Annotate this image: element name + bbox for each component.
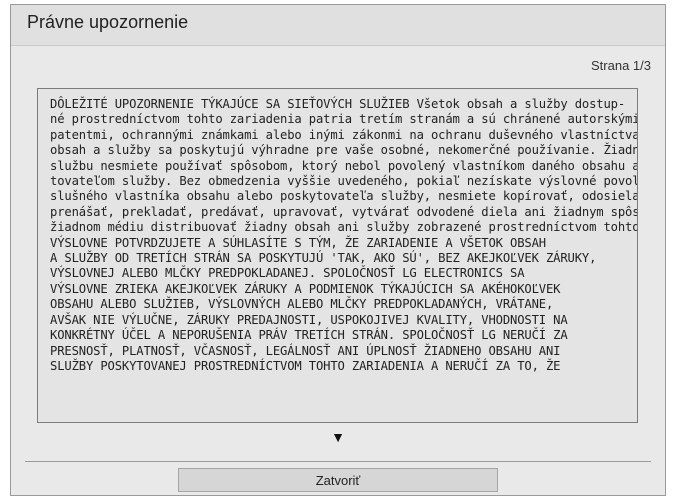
- legal-text-line: tovateľom služby. Bez obmedzenia vyššie …: [50, 174, 637, 189]
- legal-text-line: žiadnom médiu distribuovať žiadny obsah …: [50, 220, 638, 235]
- legal-text-line: KONKRÉTNY ÚČEL A NEPORUŠENIA PRÁV TRETÍC…: [50, 328, 568, 343]
- dialog-title: Právne upozornenie: [27, 12, 189, 32]
- legal-text-line: VÝSLOVNE POTVRDZUJETE A SÚHLASÍTE S TÝM,…: [50, 235, 546, 250]
- legal-text-line: obsah a služby sa poskytujú výhradne pre…: [50, 143, 637, 158]
- legal-text-line: A SLUŽBY OD TRETÍCH STRÁN SA POSKYTUJÚ '…: [50, 251, 597, 266]
- legal-text-body: DÔLEŽITÉ UPOZORNENIE TÝKAJÚCE SA SIEŤOVÝ…: [38, 89, 637, 374]
- legal-text-line: VÝSLOVNE ZRIEKA AKEJKOĽVEK ZÁRUKY A PODM…: [50, 281, 561, 296]
- legal-text-line: patentmi, ochrannými známkami alebo iným…: [50, 127, 638, 142]
- legal-text-line: DÔLEŽITÉ UPOZORNENIE TÝKAJÚCE SA SIEŤOVÝ…: [50, 97, 625, 111]
- legal-text-box[interactable]: DÔLEŽITÉ UPOZORNENIE TÝKAJÚCE SA SIEŤOVÝ…: [37, 88, 638, 423]
- divider: [25, 461, 651, 462]
- close-button[interactable]: Zatvoriť: [178, 468, 498, 492]
- legal-text-line: prenášať, prekladať, predávať, upravovať…: [50, 204, 638, 219]
- dialog-title-bar: Právne upozornenie: [11, 5, 665, 46]
- legal-text-line: službu nesmiete používať spôsobom, ktorý…: [50, 158, 637, 173]
- legal-text-line: VÝSLOVNEJ ALEBO MLČKY PREDPOKLADANEJ. SP…: [50, 266, 525, 281]
- legal-text-line: OBSAHU ALEBO SLUŽIEB, VÝSLOVNÝCH ALEBO M…: [50, 297, 554, 312]
- page-indicator: Strana 1/3: [591, 58, 651, 73]
- legal-text-line: slušného vlastníka obsahu alebo poskytov…: [50, 189, 637, 204]
- legal-text-line: PRESNOSŤ, PLATNOSŤ, VČASNOSŤ, LEGÁLNOSŤ …: [50, 343, 561, 358]
- legal-notice-dialog: Právne upozornenie Strana 1/3 DÔLEŽITÉ U…: [10, 4, 666, 496]
- legal-text-line: né prostredníctvom tohto zariadenia patr…: [50, 112, 638, 127]
- legal-text-line: SLUŽBY POSKYTOVANEJ PROSTREDNÍCTVOM TOHT…: [50, 358, 561, 373]
- legal-text-line: AVŠAK NIE VÝLUČNE, ZÁRUKY PREDAJNOSTI, U…: [50, 312, 568, 327]
- scroll-down-arrow-icon[interactable]: ▼: [11, 429, 665, 445]
